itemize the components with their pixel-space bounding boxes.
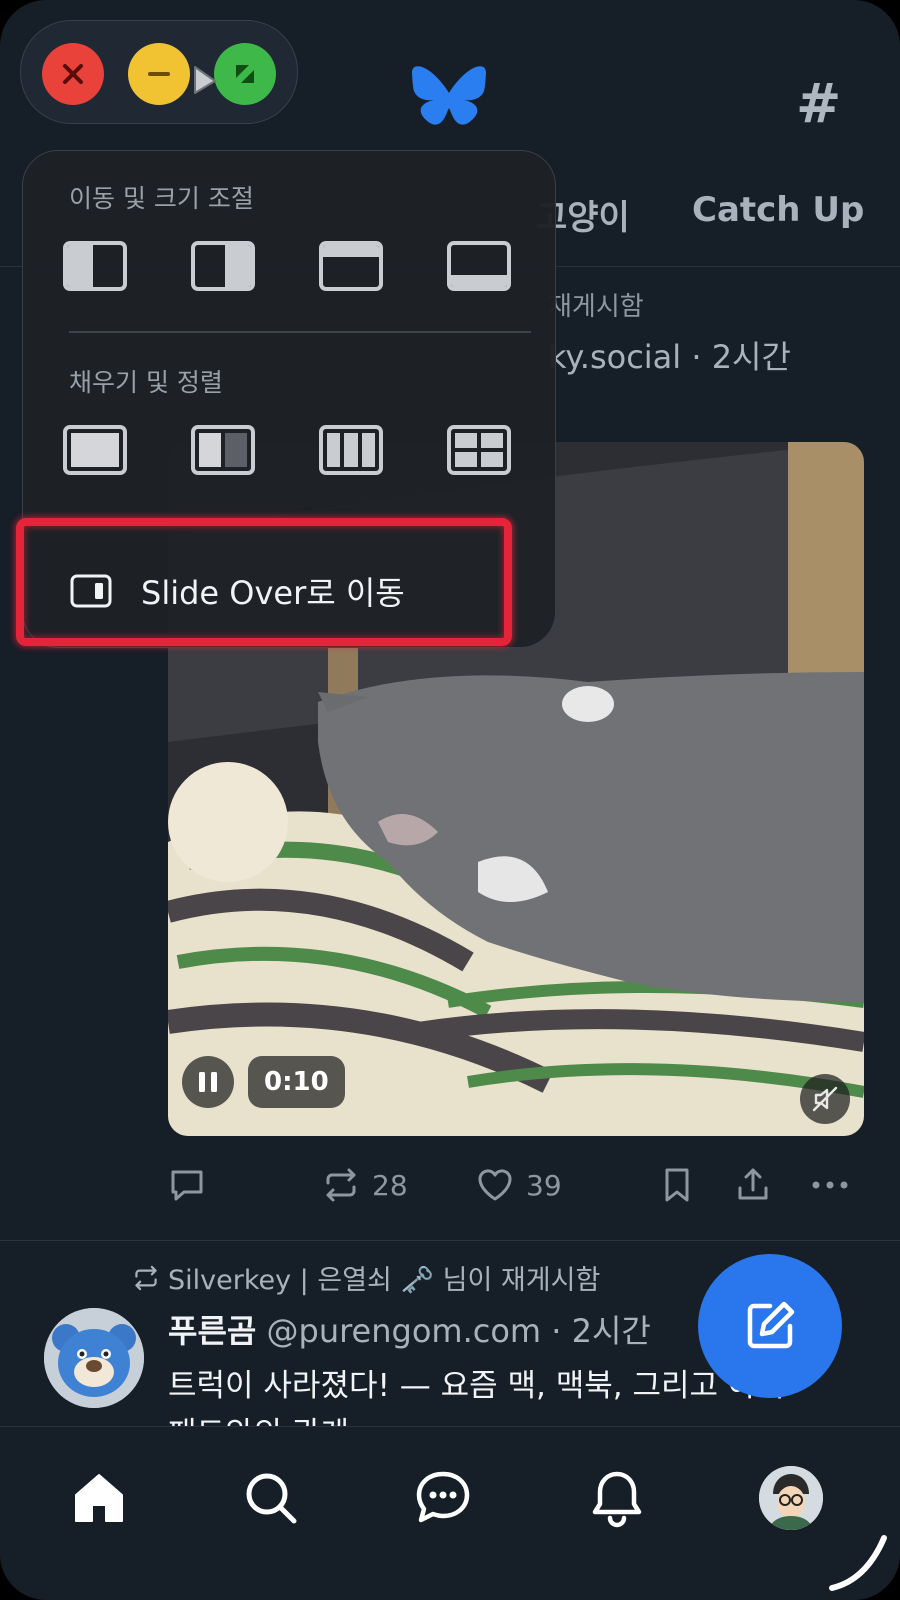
repost-by-text: Silverkey | 은열쇠 🗝️ 님이 재게시함	[168, 1265, 601, 1296]
post-time: · 2시간	[551, 1312, 651, 1350]
reply-button[interactable]	[168, 1166, 206, 1204]
tile-left-half[interactable]	[63, 241, 127, 291]
close-icon	[63, 64, 83, 84]
home-icon	[75, 1474, 123, 1522]
tile-split-three[interactable]	[319, 425, 383, 475]
pause-button[interactable]	[182, 1056, 234, 1108]
minimize-button[interactable]	[128, 43, 190, 105]
video-time: 0:10	[248, 1056, 345, 1108]
pause-icon	[199, 1072, 217, 1092]
share-button[interactable]	[734, 1166, 772, 1204]
corner-resize-icon	[829, 1535, 887, 1591]
mute-button[interactable]	[800, 1074, 850, 1124]
search-icon	[246, 1473, 297, 1524]
repost-meta-fragment: 재게시함	[548, 292, 644, 322]
like-count: 39	[526, 1168, 562, 1202]
post-actions: 28 39	[168, 1166, 864, 1212]
fill-arrange-options	[63, 425, 523, 485]
feeds-hash-button[interactable]: #	[796, 72, 841, 135]
profile-avatar-image	[759, 1466, 823, 1530]
bottom-navigation	[0, 1426, 900, 1600]
nav-profile[interactable]	[756, 1463, 826, 1533]
nav-search[interactable]	[236, 1463, 306, 1533]
close-button[interactable]	[42, 43, 104, 105]
fullscreen-button[interactable]	[214, 43, 276, 105]
fullscreen-icon	[236, 65, 254, 83]
bluesky-butterfly-logo[interactable]	[412, 66, 486, 134]
repost-meta[interactable]: Silverkey | 은열쇠 🗝️ 님이 재게시함	[132, 1258, 600, 1297]
tile-quad[interactable]	[447, 425, 511, 475]
move-resize-options	[63, 241, 523, 301]
bookmark-button[interactable]	[660, 1166, 694, 1204]
more-dots-icon	[812, 1181, 848, 1189]
menu-separator	[69, 331, 531, 333]
post-text-line-2: 패드와의 관계	[168, 1410, 858, 1426]
repost-count: 28	[372, 1168, 408, 1202]
bookmark-icon	[665, 1168, 689, 1202]
nav-notifications[interactable]	[582, 1463, 652, 1533]
tab-catch-up[interactable]: Catch Up	[692, 190, 864, 230]
comment-icon	[171, 1170, 203, 1201]
section-title-fill-arrange: 채우기 및 정렬	[69, 368, 223, 397]
app-window: # 고양이 Catch Up 재게시함 ky.social · 2시간 0:10…	[0, 0, 900, 1600]
nav-chat[interactable]	[408, 1463, 478, 1533]
blue-bear-avatar	[44, 1308, 144, 1408]
tile-split-two[interactable]	[191, 425, 255, 475]
profile-avatar	[759, 1466, 823, 1530]
share-icon	[738, 1168, 768, 1200]
section-title-move-resize: 이동 및 크기 조절	[69, 184, 254, 213]
chat-icon	[416, 1471, 470, 1523]
avatar[interactable]	[44, 1308, 144, 1408]
bell-icon	[592, 1471, 642, 1528]
post-header: 푸른곰 @purengom.com · 2시간	[168, 1306, 651, 1352]
repost-icon	[326, 1168, 356, 1202]
tile-right-half[interactable]	[191, 241, 255, 291]
display-name[interactable]: 푸른곰	[168, 1312, 256, 1350]
like-button[interactable]: 39	[476, 1166, 562, 1204]
muted-speaker-icon	[812, 1086, 838, 1112]
tile-bottom-half[interactable]	[447, 241, 511, 291]
post-author-fragment[interactable]: ky.social · 2시간	[548, 332, 791, 378]
repost-button[interactable]: 28	[322, 1166, 408, 1204]
handle[interactable]: @purengom.com	[267, 1312, 542, 1350]
more-button[interactable]	[810, 1166, 850, 1204]
resize-handle[interactable]	[826, 1530, 890, 1598]
nav-home[interactable]	[64, 1463, 134, 1533]
heart-icon	[478, 1169, 512, 1201]
compose-button[interactable]	[698, 1254, 842, 1398]
repost-small-icon	[135, 1265, 157, 1290]
tile-top-half[interactable]	[319, 241, 383, 291]
post-divider	[0, 1240, 900, 1241]
compose-icon	[747, 1301, 795, 1349]
mouse-pointer-icon	[191, 61, 221, 105]
minimize-icon	[148, 72, 170, 76]
red-highlight-annotation	[16, 518, 512, 646]
window-controls	[20, 20, 298, 124]
tile-fill[interactable]	[63, 425, 127, 475]
